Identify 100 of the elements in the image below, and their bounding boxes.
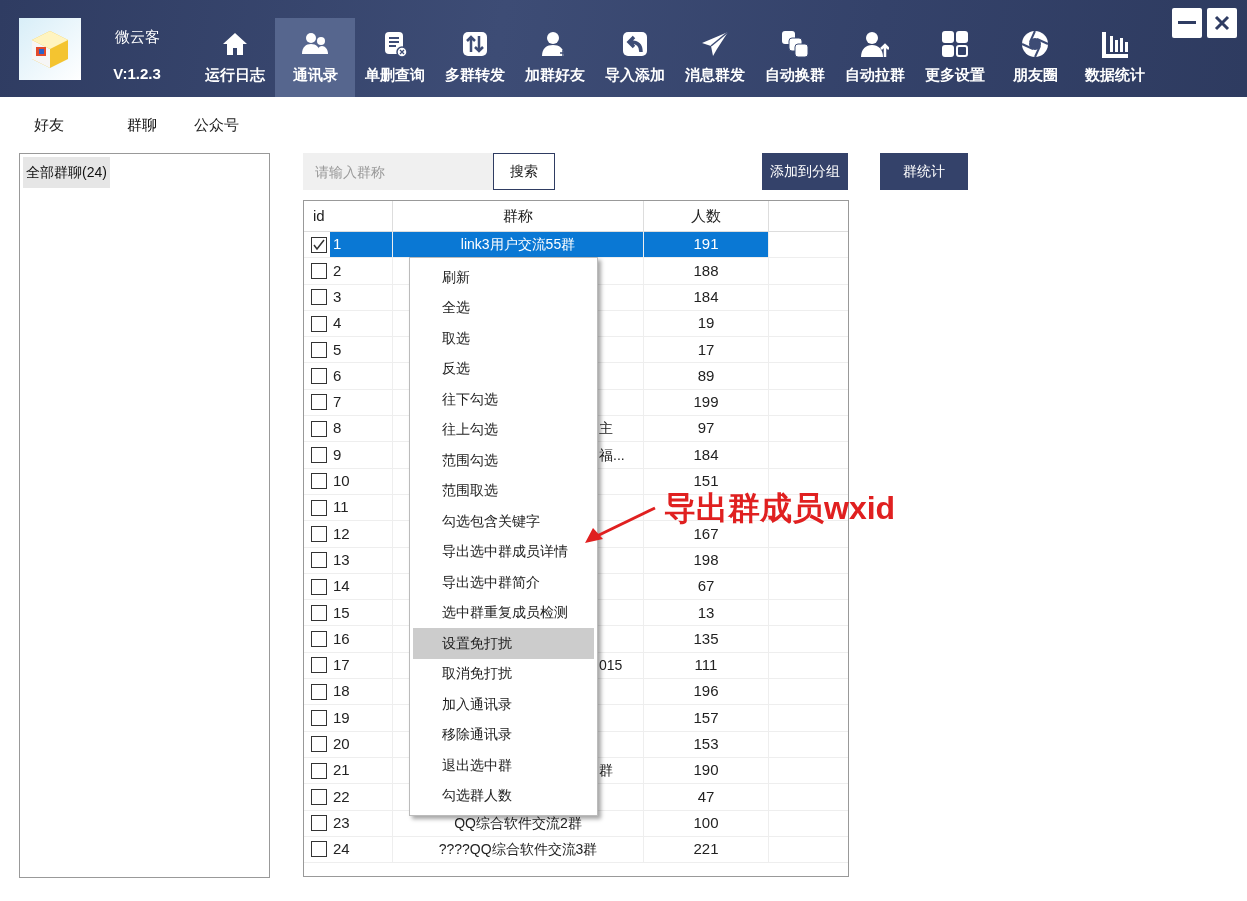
table-cell-text: 100 xyxy=(693,812,719,833)
table-cell-text: 19 xyxy=(332,707,351,728)
table-cell-text: 6 xyxy=(332,365,343,386)
sub-tab[interactable]: 公众号 xyxy=(194,114,239,137)
menu-item[interactable]: 导出选中群简介 xyxy=(413,567,594,598)
checkbox[interactable] xyxy=(311,420,327,437)
checkbox[interactable] xyxy=(311,525,327,542)
toolbar-icon xyxy=(1021,30,1049,58)
group-stats-button[interactable]: 群统计 xyxy=(880,153,968,190)
menu-item[interactable]: 导出选中群成员详情 xyxy=(413,536,594,567)
toolbar-tab[interactable]: 加群好友 xyxy=(515,18,595,97)
column-header: 群称 xyxy=(503,205,533,226)
checkbox[interactable] xyxy=(311,841,327,858)
checkbox[interactable] xyxy=(311,631,327,648)
checkbox[interactable] xyxy=(311,815,327,832)
checkbox[interactable] xyxy=(311,710,327,726)
minimize-button[interactable] xyxy=(1172,8,1202,38)
search-button[interactable]: 搜索 xyxy=(493,153,555,190)
toolbar-tab[interactable]: 运行日志 xyxy=(195,18,275,97)
table-cell-text: 5 xyxy=(332,339,343,360)
checkbox[interactable] xyxy=(311,341,327,358)
checkbox[interactable] xyxy=(311,394,327,411)
checkbox[interactable] xyxy=(311,499,327,516)
menu-item[interactable]: 勾选包含关键字 xyxy=(413,506,594,537)
menu-item[interactable]: 取选 xyxy=(413,323,594,354)
toolbar-tab[interactable]: 自动拉群 xyxy=(835,18,915,97)
table-cell-text: ????QQ综合软件交流3群 xyxy=(438,839,598,859)
checkbox[interactable] xyxy=(311,683,327,700)
checkbox[interactable] xyxy=(311,604,327,621)
menu-item[interactable]: 移除通讯录 xyxy=(413,719,594,750)
search-field[interactable]: 请输入群称 xyxy=(303,153,493,190)
checkbox[interactable] xyxy=(311,236,327,253)
menu-item[interactable]: 选中群重复成员检测 xyxy=(413,597,594,628)
checkbox[interactable] xyxy=(311,315,327,332)
toolbar-tab[interactable]: 数据统计 xyxy=(1075,18,1155,97)
menu-item[interactable]: 加入通讯录 xyxy=(413,689,594,720)
checkbox[interactable] xyxy=(311,762,327,779)
table-cell-text: 13 xyxy=(332,549,351,570)
checkbox[interactable] xyxy=(311,368,327,385)
toolbar-tab[interactable]: 朋友圈 xyxy=(995,18,1075,97)
table-cell-text: QQ综合软件交流2群 xyxy=(454,813,582,833)
checkbox[interactable] xyxy=(311,262,327,279)
checkbox[interactable] xyxy=(311,447,327,463)
menu-item[interactable]: 取消免打扰 xyxy=(413,658,594,689)
menu-item[interactable]: 范围勾选 xyxy=(413,445,594,476)
table-cell-text: 21 xyxy=(332,760,351,781)
checkbox[interactable] xyxy=(311,552,327,569)
checkbox[interactable] xyxy=(311,657,327,674)
table-cell-text: link3用户交流55群 xyxy=(460,235,576,255)
menu-item[interactable]: 反选 xyxy=(413,353,594,384)
toolbar-tab[interactable]: 通讯录 xyxy=(275,18,355,97)
menu-item[interactable]: 刷新 xyxy=(413,262,594,293)
menu-item[interactable]: 往上勾选 xyxy=(413,414,594,445)
table-cell-text: 18 xyxy=(332,681,351,702)
table-cell-text: 9 xyxy=(332,444,343,465)
toolbar-tab[interactable]: 单删查询 xyxy=(355,18,435,97)
menu-item[interactable]: 全选 xyxy=(413,292,594,323)
toolbar-icon xyxy=(941,30,969,58)
table-cell: 1 xyxy=(330,232,392,258)
menu-item[interactable]: 范围取选 xyxy=(413,475,594,506)
toolbar-tab[interactable]: 多群转发 xyxy=(435,18,515,97)
table-cell-text: 151 xyxy=(693,471,719,492)
table-cell-text: 47 xyxy=(697,786,715,807)
checkbox[interactable] xyxy=(311,736,327,753)
table-cell-text: 12 xyxy=(332,523,351,544)
toolbar-tab[interactable]: 导入添加 xyxy=(595,18,675,97)
table-cell-text: 157 xyxy=(693,707,719,728)
sidebar-item[interactable]: 全部群聊(24) xyxy=(23,157,110,188)
table-cell-text: 4 xyxy=(332,313,343,334)
close-icon xyxy=(1214,15,1230,31)
app-name: 微云客 xyxy=(114,27,160,47)
sub-tab[interactable]: 群聊 xyxy=(127,114,157,137)
menu-item[interactable]: 退出选中群 xyxy=(413,750,594,781)
toolbar-tab[interactable]: 自动换群 xyxy=(755,18,835,97)
table-cell-text: 群 xyxy=(599,761,613,781)
column-header: id xyxy=(313,205,325,226)
sub-tab[interactable]: 好友 xyxy=(34,114,64,137)
table-cell-text: 67 xyxy=(697,576,715,597)
toolbar-tab[interactable]: 更多设置 xyxy=(915,18,995,97)
menu-item[interactable]: 设置免打扰 xyxy=(413,628,594,659)
table-cell-text: 23 xyxy=(332,812,351,833)
checkbox[interactable] xyxy=(311,289,327,306)
table-cell-text: 89 xyxy=(697,365,715,386)
app-logo xyxy=(19,18,81,80)
table-cell-text: 167 xyxy=(693,524,719,544)
add-to-group-button[interactable]: 添加到分组 xyxy=(762,153,848,190)
checkbox[interactable] xyxy=(311,473,327,490)
table-cell-text: 13 xyxy=(697,602,715,623)
checkbox[interactable] xyxy=(311,578,327,595)
table-cell-text: 196 xyxy=(693,681,719,702)
checkbox[interactable] xyxy=(311,788,327,805)
toolbar-tab[interactable]: 消息群发 xyxy=(675,18,755,97)
close-button[interactable] xyxy=(1207,8,1237,38)
table-cell-text: 221 xyxy=(693,839,719,860)
toolbar-icon xyxy=(701,30,729,58)
table-cell-text: 111 xyxy=(694,655,718,676)
table-cell-text: 3 xyxy=(332,287,343,307)
menu-item[interactable]: 勾选群人数 xyxy=(413,780,594,811)
menu-item[interactable]: 往下勾选 xyxy=(413,384,594,415)
table-cell-text: 015 xyxy=(599,655,623,675)
